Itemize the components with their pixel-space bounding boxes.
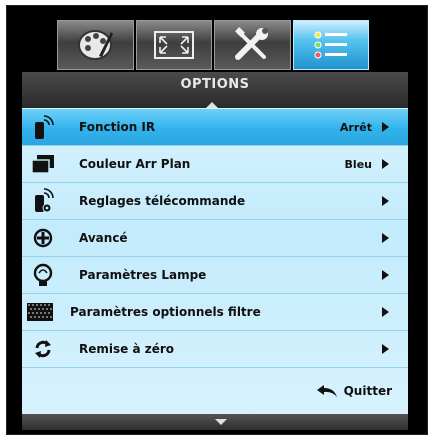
chevron-right-icon [382,233,389,243]
screen-resize-icon [153,31,194,59]
menu-item-label: Couleur Arr Plan [79,157,191,171]
filter-icon [27,299,53,325]
chevron-right-icon [382,122,389,132]
tab-bar [57,20,369,70]
tab-options[interactable] [292,20,369,70]
ir-remote-icon [30,114,56,140]
osd-menu-panel: OPTIONS Fonction IR Arrêt Couleur Arr Pl… [6,5,428,435]
menu-item-reset[interactable]: Remise à zéro [22,331,408,367]
background-color-icon [30,151,56,177]
tab-display[interactable] [135,20,212,70]
menu-item-label: Fonction IR [79,120,156,134]
menu-item-advanced[interactable]: Avancé [22,220,408,256]
menu-item-label: Remise à zéro [79,342,175,356]
tab-setup[interactable] [214,20,291,70]
scroll-down-icon[interactable] [215,419,227,425]
options-footer [22,414,408,430]
back-arrow-icon [316,385,337,397]
lamp-icon [30,262,56,288]
menu-item-remote-settings[interactable]: Reglages télécommande [22,183,408,219]
advanced-icon [30,225,56,251]
quit-button[interactable]: Quitter [316,384,392,398]
options-menu: Fonction IR Arrêt Couleur Arr Plan Bleu [22,108,408,414]
chevron-right-icon [382,270,389,280]
menu-item-lamp-settings[interactable]: Paramètres Lampe [22,257,408,293]
menu-item-label: Paramètres optionnels filtre [70,305,261,319]
tab-image[interactable] [57,20,134,70]
reset-icon [30,336,56,362]
chevron-right-icon [382,196,389,206]
menu-item-value: Bleu [344,157,372,171]
palette-icon [78,30,114,60]
page-title: OPTIONS [180,77,250,92]
tools-icon [235,27,269,60]
divider [22,367,408,368]
menu-item-background-color[interactable]: Couleur Arr Plan Bleu [22,146,408,182]
chevron-right-icon [382,344,389,354]
menu-item-label: Reglages télécommande [79,194,246,208]
remote-settings-icon [30,188,56,214]
menu-item-ir-function[interactable]: Fonction IR Arrêt [22,109,408,145]
menu-item-filter-settings[interactable]: Paramètres optionnels filtre [22,294,408,330]
chevron-right-icon [382,307,389,317]
quit-label: Quitter [343,384,392,398]
menu-item-value: Arrêt [339,120,372,134]
list-menu-icon [314,31,347,59]
menu-item-label: Avancé [79,231,128,245]
chevron-right-icon [382,159,389,169]
menu-item-label: Paramètres Lampe [79,268,207,282]
